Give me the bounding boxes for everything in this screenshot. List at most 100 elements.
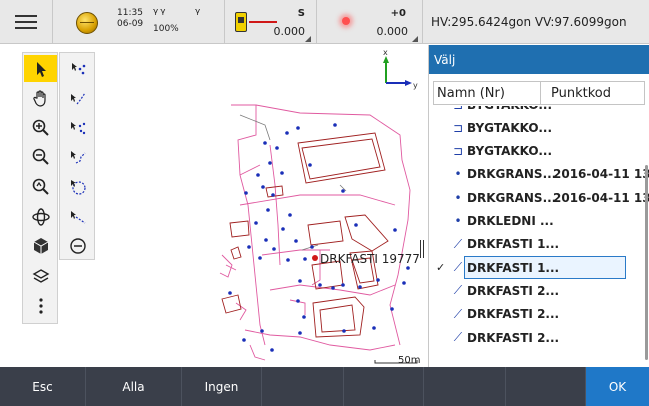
axis-indicator: x y (383, 48, 418, 90)
select-area-icon (70, 121, 85, 134)
list-item[interactable]: ⟋ DRKFASTI 2... (429, 279, 642, 302)
item-name: DRKGRANS... (467, 190, 557, 205)
orbit-button[interactable] (24, 203, 57, 230)
zoom-in-button[interactable] (24, 114, 57, 141)
list-scrollbar[interactable] (645, 165, 648, 360)
esc-button[interactable]: Esc (0, 367, 86, 406)
list-item[interactable]: • DRKGRANS...2016-04-11 13:... (429, 163, 649, 186)
empty-softkey (506, 367, 586, 406)
select-points-button[interactable] (61, 55, 94, 82)
layers-icon (32, 268, 49, 283)
item-code: 2016-04-11 13:... (553, 167, 649, 182)
item-name: DRKFASTI 2... (467, 330, 560, 345)
minus-circle-icon (69, 237, 86, 254)
select-path-icon (70, 210, 85, 223)
zoom-extents-icon (32, 178, 49, 195)
instrument-value: 0.000 (273, 25, 306, 38)
total-station-icon (235, 12, 247, 32)
satellite-status[interactable]: ᵞᵞ 100% (153, 6, 189, 50)
prism-status[interactable]: +0 0.000 (318, 0, 420, 44)
more-vertical-icon (38, 297, 43, 314)
divider (52, 0, 53, 44)
survey-points[interactable] (228, 123, 410, 352)
item-name: DRKFASTI 2... (467, 307, 560, 322)
orbit-icon (31, 207, 50, 226)
item-name: DRKFASTI 1... (467, 237, 560, 252)
view-3d-button[interactable] (24, 232, 57, 259)
empty-softkey (262, 367, 344, 406)
gnss-globe-icon[interactable] (76, 12, 98, 34)
polyline-icon: ⊐ (451, 106, 465, 112)
status-bar: 11:35 06-09 ᵞᵞ 100% ᵞ S 0.000 +0 0.000 H… (0, 0, 649, 44)
satellite-icon: ᵞᵞ (153, 6, 168, 22)
panel-resize-handle[interactable] (420, 240, 426, 258)
empty-softkey (344, 367, 424, 406)
select-lines-button[interactable] (61, 84, 94, 111)
divider (224, 0, 225, 44)
list-item[interactable]: ⟋ DRKFASTI 2... (429, 303, 642, 326)
select-tool-button[interactable] (24, 55, 57, 82)
battery-text: 100% (153, 24, 179, 34)
select-polyline-button[interactable] (61, 143, 94, 170)
point-icon: • (454, 190, 462, 205)
more-options-button[interactable] (24, 292, 57, 319)
instrument-status[interactable]: S 0.000 (229, 0, 313, 44)
select-circle-button[interactable] (61, 173, 94, 200)
list-item[interactable]: ⟋ DRKFASTI 1... (429, 233, 642, 256)
list-item[interactable]: • DRKGRANS...2016-04-11 13:... (429, 186, 649, 209)
menu-button[interactable] (0, 0, 52, 44)
prism-value: 0.000 (376, 25, 409, 38)
list-item[interactable]: • DRKLEDNI ... (429, 210, 642, 233)
check-icon[interactable]: ✓ (436, 261, 446, 274)
column-header-name[interactable]: Namn (Nr) (434, 82, 541, 104)
zoom-extents-button[interactable] (24, 173, 57, 200)
select-polyline-icon (70, 150, 85, 164)
hamburger-icon (15, 15, 37, 29)
select-line-path-button[interactable] (61, 203, 94, 230)
signal-line (249, 21, 277, 23)
empty-softkey (424, 367, 506, 406)
radio-icon[interactable]: ᵞ (195, 6, 200, 50)
layers-button[interactable] (24, 262, 57, 289)
item-name: DRKGRANS... (467, 167, 557, 182)
hand-icon (32, 89, 46, 107)
selected-point-label: DRKFASTI 19777 (320, 252, 420, 266)
select-all-button[interactable]: Alla (86, 367, 182, 406)
point-icon: • (454, 214, 462, 228)
line-icon: ⟋ (453, 260, 463, 275)
zoom-out-icon (32, 148, 49, 165)
zoom-out-button[interactable] (24, 143, 57, 170)
selection-panel: Välj Namn (Nr) Punktkod ⊐ BYGTAKKO... ⊐ BYG… (428, 45, 649, 367)
divider (422, 0, 423, 44)
polyline-icon: ⊐ (452, 120, 464, 135)
item-name: DRKLEDNI ... (467, 214, 554, 228)
polyline-icon: ⊐ (452, 144, 464, 159)
ok-button[interactable]: OK (586, 367, 649, 406)
pan-tool-button[interactable] (24, 84, 57, 111)
item-name: BYGTAKKO... (467, 106, 552, 112)
feature-list[interactable]: ⊐BYGTAKKO...⊐BYGTAKKO...⊐BYGTAKKO...•DRK… (429, 106, 649, 367)
prism-label: +0 (390, 8, 406, 19)
svg-text:x: x (383, 48, 388, 57)
list-item[interactable]: ✓ ⟋ DRKFASTI 1... (429, 256, 642, 280)
zoom-in-icon (32, 119, 49, 136)
line-icon: ⟋ (453, 236, 463, 251)
pointer-icon (36, 61, 46, 77)
selected-point[interactable] (312, 255, 318, 261)
time-text: 11:35 (117, 8, 143, 18)
line-icon: ⟋ (453, 330, 463, 344)
list-item[interactable]: ⊐BYGTAKKO... (429, 116, 642, 139)
panel-title: Välj (429, 45, 649, 74)
select-none-button[interactable]: Ingen (182, 367, 262, 406)
item-name: BYGTAKKO... (467, 144, 553, 159)
select-in-area-button[interactable] (61, 114, 94, 141)
list-item[interactable]: ⊐BYGTAKKO... (429, 140, 642, 163)
list-item[interactable]: ⟋ DRKFASTI 2... (429, 326, 642, 349)
column-header-code[interactable]: Punktkod (541, 86, 611, 101)
divider (316, 0, 317, 44)
clear-selection-button[interactable] (61, 232, 94, 259)
list-item[interactable]: ⊐BYGTAKKO... (429, 106, 642, 116)
scale-label: 50m (398, 355, 421, 366)
map-toolbar (22, 52, 58, 324)
corner-indicator (412, 36, 418, 42)
